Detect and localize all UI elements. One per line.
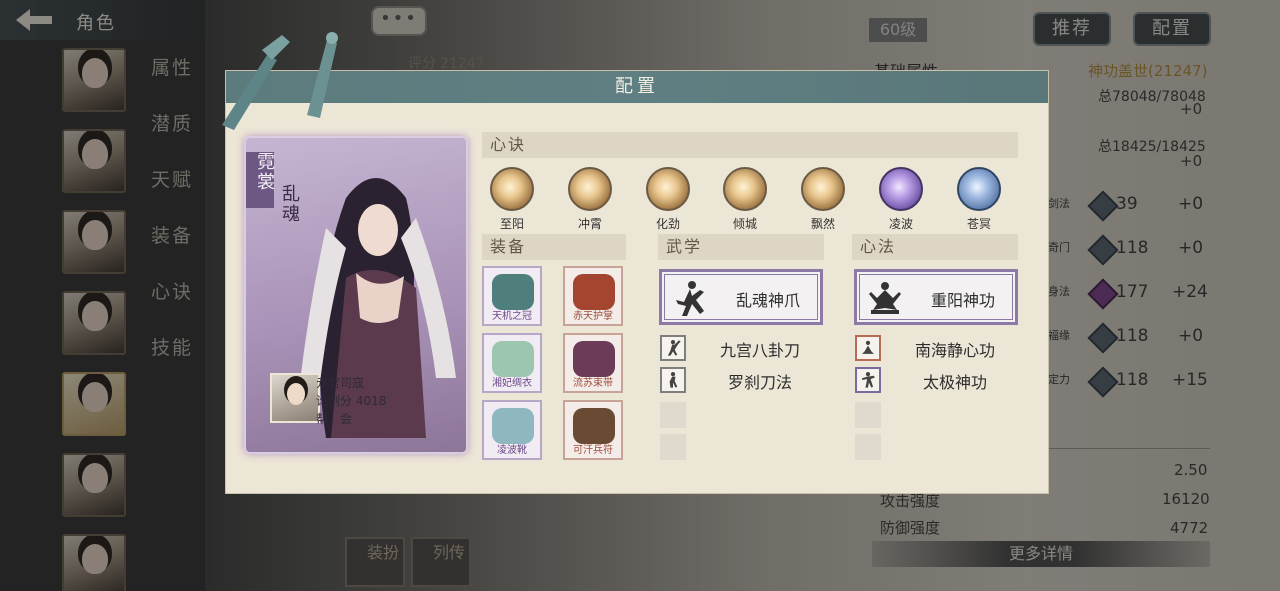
xinjue-orb-icon <box>879 167 923 211</box>
equip-slot-belt[interactable]: 流苏束带 <box>563 333 623 393</box>
blade-pose-icon <box>660 335 686 361</box>
equip-name: 可汗兵符 <box>573 445 613 456</box>
blade-pose-icon <box>660 367 686 393</box>
token-icon <box>573 408 615 444</box>
player-info: 亓官司寇 论剑分 4018 帮 会 <box>316 374 386 428</box>
robe-icon <box>492 341 534 377</box>
equip-name: 流苏束带 <box>573 378 613 389</box>
player-score: 论剑分 4018 <box>316 392 386 410</box>
xinjue-name: 冲霄 <box>577 217 602 231</box>
xinfa-main-name: 重阳神功 <box>930 291 995 310</box>
stance-pose-icon <box>855 367 881 393</box>
meditation-pose-icon <box>869 282 901 314</box>
xinjue-slot[interactable]: 倾城 <box>721 167 769 232</box>
gauntlet-icon <box>573 274 615 310</box>
player-score-value: 4018 <box>355 394 387 408</box>
sword-ornament-icon <box>222 32 338 130</box>
equip-section-header: 装备 <box>482 234 626 260</box>
boots-icon <box>492 408 534 444</box>
wuxue-sub-name: 九宫八卦刀 <box>719 341 800 360</box>
helmet-icon <box>492 274 534 310</box>
seated-pose-icon <box>855 335 881 361</box>
equip-slot-body[interactable]: 湘妃绸衣 <box>482 333 542 393</box>
xinjue-slot[interactable]: 化劲 <box>644 167 692 232</box>
xinjue-slot[interactable]: 飘然 <box>799 167 847 232</box>
xinjue-slot[interactable]: 凌波 <box>877 167 925 232</box>
xinjue-orb-icon <box>801 167 845 211</box>
equip-name: 天机之冠 <box>492 311 532 322</box>
wuxue-empty-slot[interactable] <box>660 434 686 460</box>
equip-slot-hand[interactable]: 赤天护掌 <box>563 266 623 326</box>
wuxue-sub-slot[interactable]: 罗刹刀法 <box>660 367 824 393</box>
equip-slot-feet[interactable]: 凌波靴 <box>482 400 542 460</box>
xinjue-orb-icon <box>568 167 612 211</box>
xinjue-orb-icon <box>723 167 767 211</box>
equip-name: 湘妃绸衣 <box>492 378 532 389</box>
xinfa-sub-slot[interactable]: 南海静心功 <box>855 335 1019 361</box>
xinfa-empty-slot[interactable] <box>855 434 881 460</box>
card-title-line1: 霓裳 <box>254 152 275 192</box>
equip-slot-accessory[interactable]: 可汗兵符 <box>563 400 623 460</box>
player-guild: 帮 会 <box>316 412 353 426</box>
wuxue-empty-slot[interactable] <box>660 402 686 428</box>
xinjue-name: 化劲 <box>655 217 680 231</box>
xinfa-sub-name: 太极神功 <box>922 373 987 392</box>
xinfa-section-header: 心法 <box>852 234 1018 260</box>
xinfa-sub-slot[interactable]: 太极神功 <box>855 367 1019 393</box>
equip-name: 赤天护掌 <box>573 311 613 322</box>
xinjue-slot[interactable]: 冲霄 <box>566 167 614 232</box>
equip-slot-head[interactable]: 天机之冠 <box>482 266 542 326</box>
wuxue-sub-name: 罗刹刀法 <box>727 373 792 392</box>
xinjue-name: 至阳 <box>499 217 524 231</box>
player-score-label: 论剑分 <box>316 394 353 408</box>
xinjue-slot[interactable]: 苍冥 <box>955 167 1003 232</box>
player-avatar[interactable] <box>270 373 320 423</box>
martial-pose-icon <box>676 281 704 316</box>
xinjue-name: 飘然 <box>810 217 835 231</box>
wuxue-section-header: 武学 <box>658 234 824 260</box>
xinjue-name: 倾城 <box>732 217 757 231</box>
xinjue-orb-icon <box>646 167 690 211</box>
xinjue-orb-icon <box>957 167 1001 211</box>
wuxue-main-slot[interactable]: 乱魂神爪 <box>659 269 823 325</box>
xinfa-main-slot[interactable]: 重阳神功 <box>854 269 1018 325</box>
xinjue-name: 苍冥 <box>966 217 991 231</box>
xinfa-sub-name: 南海静心功 <box>914 341 995 360</box>
xinjue-section-header: 心诀 <box>482 132 1018 158</box>
xinfa-empty-slot[interactable] <box>855 402 881 428</box>
wuxue-sub-slot[interactable]: 九宫八卦刀 <box>660 335 824 361</box>
xinjue-slot[interactable]: 至阳 <box>488 167 536 232</box>
player-name: 亓官司寇 <box>316 376 365 390</box>
xinjue-orb-icon <box>490 167 534 211</box>
xinjue-name: 凌波 <box>888 217 913 231</box>
wuxue-main-name: 乱魂神爪 <box>735 291 800 310</box>
equip-name: 凌波靴 <box>497 445 527 456</box>
belt-icon <box>573 341 615 377</box>
